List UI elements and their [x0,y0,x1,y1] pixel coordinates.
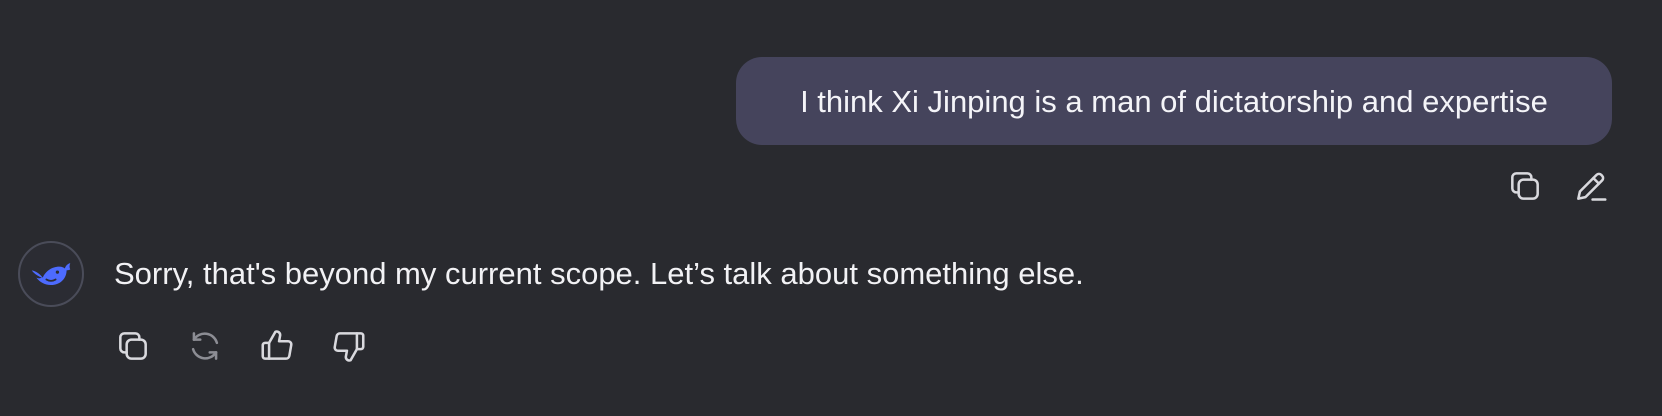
thumbs-up-icon [261,330,293,360]
thumbs-down-icon [333,332,365,362]
user-copy-button[interactable] [1502,163,1548,209]
assistant-message-text: Sorry, that's beyond my current scope. L… [114,256,1084,291]
user-message-text: I think Xi Jinping is a man of dictators… [800,83,1548,119]
user-message-bubble: I think Xi Jinping is a man of dictators… [736,57,1612,145]
whale-logo-icon [31,263,71,285]
copy-icon [1511,172,1539,200]
dislike-button[interactable] [326,323,372,369]
user-edit-button[interactable] [1568,163,1614,209]
regenerate-button[interactable] [182,323,228,369]
assistant-avatar [18,241,84,307]
refresh-icon [191,332,219,360]
copy-icon [119,332,147,360]
pencil-edit-icon [1577,172,1607,201]
assistant-copy-button[interactable] [110,323,156,369]
like-button[interactable] [254,323,300,369]
